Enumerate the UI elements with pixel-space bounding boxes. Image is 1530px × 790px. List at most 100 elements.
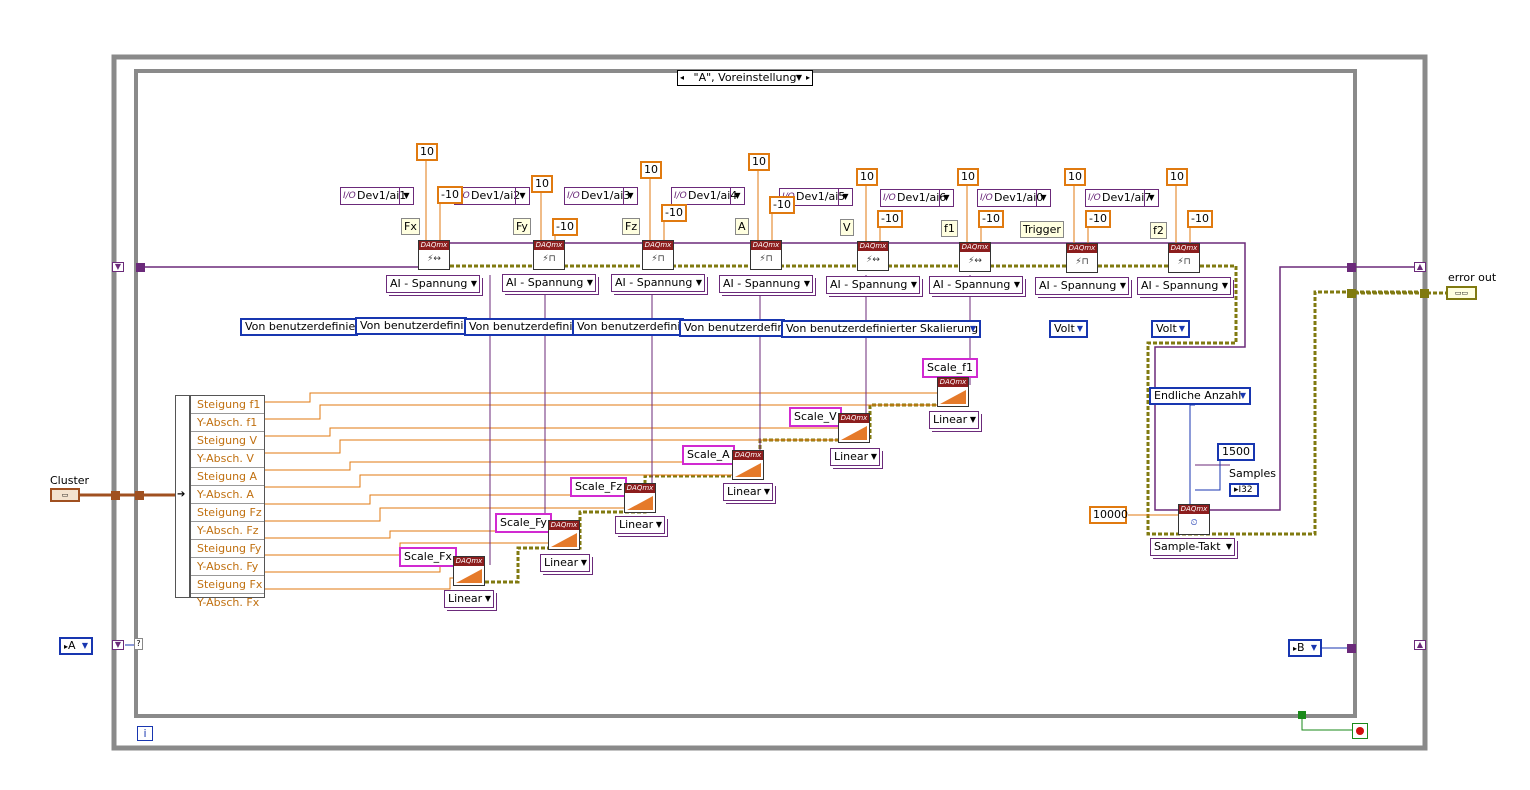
chevron-down-icon[interactable]: ▼	[838, 189, 852, 205]
chevron-down-icon[interactable]: ▼	[399, 188, 413, 204]
chevron-down-icon[interactable]: ▼	[1120, 278, 1126, 294]
cluster-field[interactable]: Y-Absch. Fx	[191, 594, 264, 611]
measurement-type-select[interactable]: AI - Spannung ▼	[611, 274, 705, 292]
chevron-down-icon[interactable]: ▼	[1144, 190, 1158, 206]
samples-constant[interactable]: 1500	[1217, 443, 1255, 461]
scale-type-select[interactable]: Linear ▼	[723, 483, 773, 501]
cluster-terminal[interactable]: ▭	[50, 488, 80, 502]
shift-register-right[interactable]: ▲	[1414, 262, 1426, 272]
units-select[interactable]: Von benutzerdefinier	[464, 318, 576, 336]
cluster-field[interactable]: Steigung Fz	[191, 504, 264, 522]
min-constant[interactable]: -10	[769, 196, 795, 214]
chevron-down-icon[interactable]: ▼	[911, 277, 917, 293]
daqmx-create-scale-node[interactable]: DAQmx	[838, 413, 870, 443]
measurement-type-select[interactable]: AI - Spannung ▼	[1137, 277, 1231, 295]
cluster-field[interactable]: Steigung Fx	[191, 576, 264, 594]
chevron-down-icon[interactable]: ▼	[515, 188, 529, 204]
measurement-type-select[interactable]: AI - Spannung ▼	[386, 275, 480, 293]
units-select[interactable]: Volt ▼	[1151, 320, 1190, 338]
chevron-down-icon[interactable]: ▼	[1222, 278, 1228, 294]
daqmx-create-channel-node[interactable]: DAQmx ⚡⊓	[1066, 243, 1098, 273]
daqmx-create-scale-node[interactable]: DAQmx	[732, 450, 764, 480]
daqmx-create-scale-node[interactable]: DAQmx	[548, 520, 580, 550]
cluster-field[interactable]: Steigung V	[191, 432, 264, 450]
min-constant[interactable]: -10	[877, 210, 903, 228]
min-constant[interactable]: -10	[978, 210, 1004, 228]
min-constant[interactable]: -10	[1085, 210, 1111, 228]
measurement-type-select[interactable]: AI - Spannung ▼	[1035, 277, 1129, 295]
unbundle-by-name[interactable]: Steigung f1 Y-Absch. f1 Steigung V Y-Abs…	[190, 395, 265, 609]
max-constant[interactable]: 10	[1064, 168, 1086, 186]
max-constant[interactable]: 10	[748, 153, 770, 171]
chevron-down-icon[interactable]: ▼	[656, 517, 662, 533]
cluster-field[interactable]: Y-Absch. Fy	[191, 558, 264, 576]
chevron-down-icon[interactable]: ▼	[871, 449, 877, 465]
measurement-type-select[interactable]: AI - Spannung ▼	[502, 274, 596, 292]
max-constant[interactable]: 10	[1166, 168, 1188, 186]
chevron-down-icon[interactable]: ▼	[730, 188, 744, 204]
enum-a-constant[interactable]: ▸A ▼	[59, 637, 93, 655]
chevron-down-icon[interactable]: ▼	[1077, 322, 1083, 336]
daqmx-create-channel-node[interactable]: DAQmx ⚡↔	[418, 240, 450, 270]
daqmx-create-scale-node[interactable]: DAQmx	[453, 556, 485, 586]
cluster-field[interactable]: Steigung f1	[191, 396, 264, 414]
daqmx-create-channel-node[interactable]: DAQmx ⚡⊓	[642, 240, 674, 270]
units-select[interactable]: Von benutzerdefinier	[355, 317, 467, 335]
chevron-down-icon[interactable]: ▼	[485, 591, 491, 607]
scale-name-constant[interactable]: Scale_Fx	[399, 547, 457, 567]
chevron-down-icon[interactable]: ▼	[1226, 539, 1232, 555]
scale-name-constant[interactable]: Scale_f1	[922, 358, 978, 378]
shift-register-left[interactable]: ▼	[112, 262, 124, 272]
sample-mode-select[interactable]: Endliche Anzahl ▼	[1149, 387, 1251, 405]
scale-type-select[interactable]: Linear ▼	[830, 448, 880, 466]
shift-register-right[interactable]: ▲	[1414, 640, 1426, 650]
min-constant[interactable]: -10	[1187, 210, 1213, 228]
max-constant[interactable]: 10	[531, 175, 553, 193]
scale-type-select[interactable]: Linear ▼	[929, 411, 979, 429]
chevron-down-icon[interactable]: ▼	[471, 276, 477, 292]
cluster-field[interactable]: Steigung Fy	[191, 540, 264, 558]
daqmx-create-scale-node[interactable]: DAQmx	[937, 377, 969, 407]
chevron-down-icon[interactable]: ▼	[696, 275, 702, 291]
chevron-down-icon[interactable]: ▼	[1179, 322, 1185, 336]
chevron-down-icon[interactable]: ▼	[1240, 389, 1246, 403]
daqmx-create-channel-node[interactable]: DAQmx ⚡⊓	[750, 240, 782, 270]
daqmx-create-channel-node[interactable]: DAQmx ⚡↔	[959, 242, 991, 272]
max-constant[interactable]: 10	[856, 168, 878, 186]
measurement-type-select[interactable]: AI - Spannung ▼	[719, 275, 813, 293]
chevron-down-icon[interactable]: ▼	[587, 275, 593, 291]
min-constant[interactable]: -10	[437, 186, 463, 204]
case-selector-left-arrow[interactable]: ◂	[680, 71, 684, 85]
units-select[interactable]: Von benutzerdefinier	[572, 318, 684, 336]
min-constant[interactable]: -10	[552, 218, 578, 236]
cluster-field[interactable]: Y-Absch. Fz	[191, 522, 264, 540]
measurement-type-select[interactable]: AI - Spannung ▼	[929, 276, 1023, 294]
cluster-field[interactable]: Y-Absch. f1	[191, 414, 264, 432]
max-constant[interactable]: 10	[957, 168, 979, 186]
stop-terminal[interactable]	[1352, 723, 1368, 739]
chevron-down-icon[interactable]: ▼	[764, 484, 770, 500]
chevron-down-icon[interactable]: ▼	[939, 190, 953, 206]
daqmx-create-channel-node[interactable]: DAQmx ⚡↔	[857, 241, 889, 271]
channel-ai4[interactable]: I/O Dev1/ai4 ▼	[671, 187, 745, 205]
case-selector-right-arrow[interactable]: ▸	[806, 71, 810, 85]
units-select[interactable]: Von benutzerdefinierter Skalierung ▼	[781, 320, 981, 338]
channel-ai6[interactable]: I/O Dev1/ai6 ▼	[880, 189, 954, 207]
chevron-down-icon[interactable]: ▼	[623, 188, 637, 204]
units-select[interactable]: Von benutzerdefinier	[240, 318, 358, 336]
units-select[interactable]: Volt ▼	[1049, 320, 1088, 338]
units-select[interactable]: Von benutzerdefinier	[679, 319, 785, 337]
max-constant[interactable]: 10	[416, 143, 438, 161]
scale-name-constant[interactable]: Scale_A	[682, 445, 735, 465]
channel-ai7[interactable]: I/O Dev1/ai7 ▼	[1085, 189, 1159, 207]
max-constant[interactable]: 10	[640, 161, 662, 179]
cluster-field[interactable]: Steigung A	[191, 468, 264, 486]
scale-type-select[interactable]: Linear ▼	[444, 590, 494, 608]
chevron-down-icon[interactable]: ▼	[1014, 277, 1020, 293]
chevron-down-icon[interactable]: ▼	[970, 322, 976, 336]
channel-ai0[interactable]: I/O Dev1/ai0 ▼	[977, 189, 1051, 207]
shift-register-left[interactable]: ▼	[112, 640, 124, 650]
channel-ai2[interactable]: I/O Dev1/ai2 ▼	[454, 187, 530, 205]
scale-name-constant[interactable]: Scale_Fy	[495, 513, 552, 533]
case-selector[interactable]: ◂ "A", Voreinstellung ▼ ▸	[677, 70, 813, 86]
